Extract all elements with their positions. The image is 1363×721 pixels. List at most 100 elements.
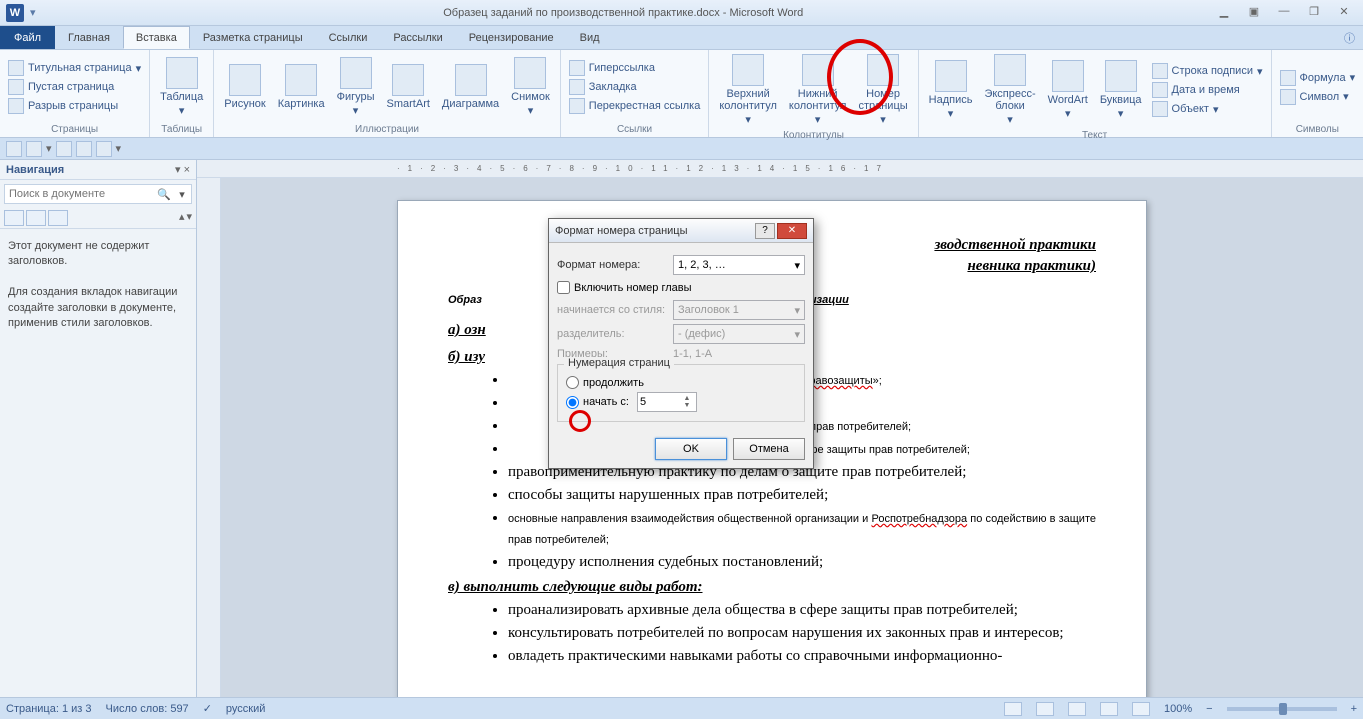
chart-button[interactable]: Диаграмма <box>438 62 503 112</box>
table-button[interactable]: Таблица▾ <box>156 55 207 119</box>
ribbon-minimize-icon[interactable]: ▁ <box>1211 5 1237 21</box>
page-status[interactable]: Страница: 1 из 3 <box>6 703 92 715</box>
dropcap-button[interactable]: Буквица▾ <box>1096 58 1146 122</box>
style-label: начинается со стиля: <box>557 304 667 316</box>
maximize-button[interactable]: ❐ <box>1301 5 1327 21</box>
group-illustrations: Рисунок Картинка Фигуры▾ SmartArt Диагра… <box>214 50 561 137</box>
nav-close-button[interactable]: × <box>184 164 190 176</box>
shapes-button[interactable]: Фигуры▾ <box>333 55 379 119</box>
nav-dropdown-icon[interactable]: ▾ <box>175 164 181 176</box>
continue-label: продолжить <box>583 377 644 389</box>
group-header-footer: Верхний колонтитул▾ Нижний колонтитул▾ Н… <box>709 50 918 137</box>
horizontal-ruler[interactable]: ·1·2·3·4·5·6·7·8·9·10·11·12·13·14·15·16·… <box>197 160 1363 178</box>
page-break-button[interactable]: Разрыв страницы <box>6 97 143 115</box>
undo-icon[interactable] <box>26 141 42 157</box>
cover-page-button[interactable]: Титульная страница ▾ <box>6 59 143 77</box>
word-count[interactable]: Число слов: 597 <box>106 703 189 715</box>
tab-home[interactable]: Главная <box>55 26 123 49</box>
screenshot-button[interactable]: Снимок▾ <box>507 55 554 119</box>
format-combo[interactable]: 1, 2, 3, …▾ <box>673 255 805 275</box>
zoom-in-button[interactable]: + <box>1351 703 1357 715</box>
picture-button[interactable]: Рисунок <box>220 62 270 112</box>
new-icon[interactable] <box>96 141 112 157</box>
view-read-button[interactable] <box>1036 702 1054 716</box>
clipart-button[interactable]: Картинка <box>274 62 329 112</box>
object-button[interactable]: Объект ▾ <box>1150 100 1265 118</box>
page-number-format-dialog: Формат номера страницы ? ✕ Формат номера… <box>548 218 814 469</box>
symbol-button[interactable]: Символ ▾ <box>1278 88 1358 106</box>
header-button[interactable]: Верхний колонтитул▾ <box>715 52 781 128</box>
numbering-fieldset: Нумерация страниц продолжить начать с: 5… <box>557 364 805 422</box>
signature-button[interactable]: Строка подписи ▾ <box>1150 62 1265 80</box>
start-at-radio[interactable] <box>566 396 579 409</box>
start-at-spinner[interactable]: 5 ▲▼ <box>637 392 697 412</box>
smartart-button[interactable]: SmartArt <box>383 62 434 112</box>
dialog-help-button[interactable]: ? <box>755 223 775 239</box>
link-icon <box>569 60 585 76</box>
view-outline-button[interactable] <box>1100 702 1118 716</box>
datetime-button[interactable]: Дата и время <box>1150 81 1265 99</box>
nav-up-icon[interactable]: ▴ <box>179 210 185 226</box>
cancel-button[interactable]: Отмена <box>733 438 805 460</box>
tab-page-layout[interactable]: Разметка страницы <box>190 26 316 49</box>
wordart-icon <box>1052 60 1084 92</box>
view-web-button[interactable] <box>1068 702 1086 716</box>
zoom-level[interactable]: 100% <box>1164 703 1192 715</box>
page-number-button[interactable]: Номер страницы▾ <box>854 52 911 128</box>
wordart-button[interactable]: WordArt▾ <box>1044 58 1092 122</box>
tab-mailings[interactable]: Рассылки <box>380 26 455 49</box>
spell-icon[interactable]: ✓ <box>203 702 212 715</box>
zoom-out-button[interactable]: − <box>1206 703 1212 715</box>
nav-tab-pages[interactable] <box>26 210 46 226</box>
open-icon[interactable] <box>76 141 92 157</box>
tab-view[interactable]: Вид <box>567 26 613 49</box>
object-icon <box>1152 101 1168 117</box>
search-drop-icon[interactable]: ▾ <box>173 188 191 201</box>
tab-review[interactable]: Рецензирование <box>456 26 567 49</box>
help-icon[interactable]: ⓘ <box>1344 30 1355 46</box>
search-input[interactable] <box>5 185 155 203</box>
tab-references[interactable]: Ссылки <box>316 26 381 49</box>
dialog-titlebar[interactable]: Формат номера страницы ? ✕ <box>549 219 813 243</box>
break-icon <box>8 98 24 114</box>
bookmark-icon <box>569 79 585 95</box>
blank-page-button[interactable]: Пустая страница <box>6 78 143 96</box>
file-tab[interactable]: Файл <box>0 26 55 49</box>
bookmark-button[interactable]: Закладка <box>567 78 703 96</box>
minimize-button[interactable]: — <box>1271 5 1297 21</box>
ribbon-restore-icon[interactable]: ▣ <box>1241 5 1267 21</box>
separator-combo: - (дефис)▾ <box>673 324 805 344</box>
nav-tab-results[interactable] <box>48 210 68 226</box>
search-icon[interactable]: 🔍 <box>155 188 173 201</box>
start-at-label: начать с: <box>583 396 629 408</box>
chevron-down-icon: ▾ <box>794 328 800 341</box>
quickparts-button[interactable]: Экспресс-блоки▾ <box>980 52 1039 128</box>
menu-bar: Файл Главная Вставка Разметка страницы С… <box>0 26 1363 50</box>
continue-radio[interactable] <box>566 376 579 389</box>
ok-button[interactable]: OK <box>655 438 727 460</box>
crossref-button[interactable]: Перекрестная ссылка <box>567 97 703 115</box>
footer-button[interactable]: Нижний колонтитул▾ <box>785 52 851 128</box>
spinner-arrows-icon[interactable]: ▲▼ <box>680 395 694 409</box>
nav-down-icon[interactable]: ▾ <box>186 210 192 226</box>
include-chapter-checkbox[interactable] <box>557 281 570 294</box>
nav-tab-headings[interactable] <box>4 210 24 226</box>
clipart-icon <box>285 64 317 96</box>
group-label: Ссылки <box>567 122 703 137</box>
group-label: Таблицы <box>156 122 207 137</box>
textbox-button[interactable]: Надпись▾ <box>925 58 977 122</box>
hyperlink-button[interactable]: Гиперссылка <box>567 59 703 77</box>
zoom-slider[interactable] <box>1227 707 1337 711</box>
equation-button[interactable]: Формула ▾ <box>1278 69 1358 87</box>
dialog-close-button[interactable]: ✕ <box>777 223 807 239</box>
language-status[interactable]: русский <box>226 703 265 715</box>
view-draft-button[interactable] <box>1132 702 1150 716</box>
close-button[interactable]: ✕ <box>1331 5 1357 21</box>
vertical-ruler[interactable] <box>197 178 221 697</box>
nav-search[interactable]: 🔍▾ <box>4 184 192 204</box>
header-icon <box>732 54 764 86</box>
save-icon[interactable] <box>6 141 22 157</box>
tab-insert[interactable]: Вставка <box>123 26 190 49</box>
redo-icon[interactable] <box>56 141 72 157</box>
view-print-button[interactable] <box>1004 702 1022 716</box>
